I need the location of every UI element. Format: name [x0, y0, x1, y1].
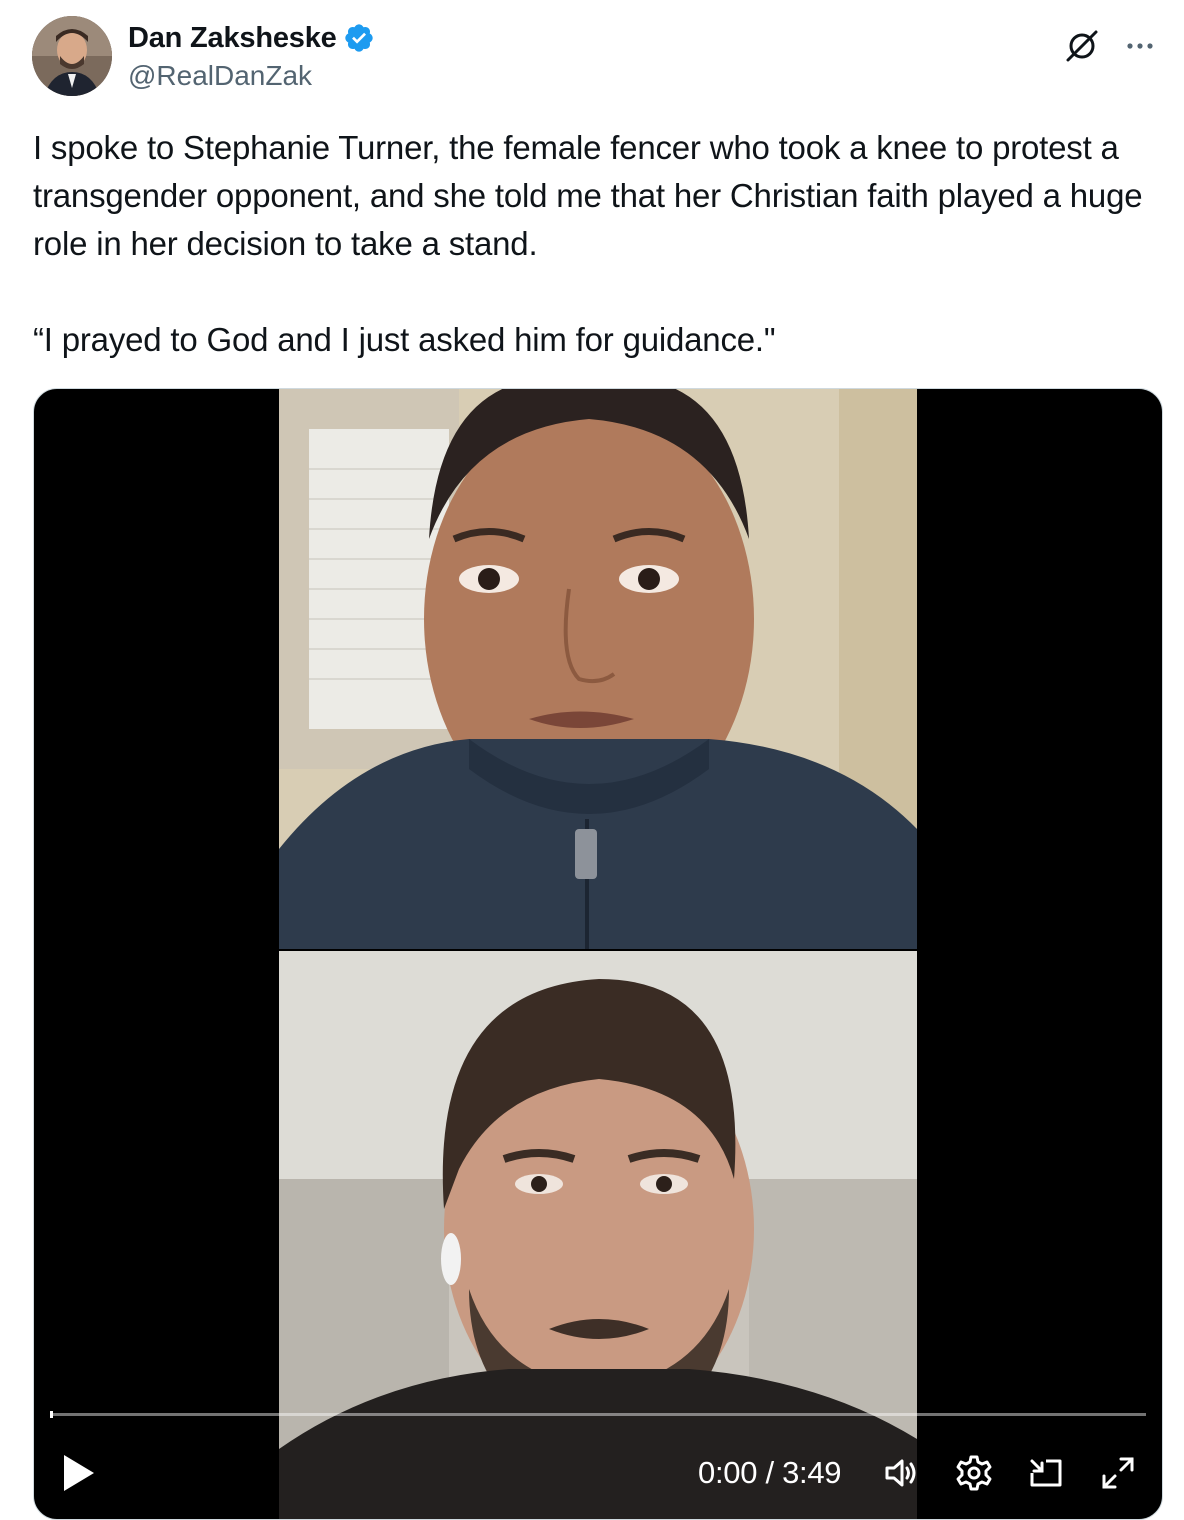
tweet-card: Dan Zaksheske @RealDanZak I spoke to Ste… [0, 0, 1184, 1520]
display-name[interactable]: Dan Zaksheske [128, 22, 337, 55]
settings-icon[interactable] [954, 1453, 994, 1493]
grok-icon[interactable] [1062, 26, 1102, 66]
progress-handle[interactable] [50, 1411, 53, 1418]
play-icon[interactable] [58, 1451, 98, 1495]
verified-badge-icon[interactable] [343, 22, 375, 54]
video-player[interactable]: 0:00 / 3:49 [33, 388, 1163, 1520]
fullscreen-icon[interactable] [1098, 1453, 1138, 1493]
tweet-header: Dan Zaksheske @RealDanZak [32, 16, 1160, 98]
video-thumbnail [279, 389, 917, 1519]
volume-icon[interactable] [882, 1453, 922, 1493]
header-actions [1062, 26, 1160, 66]
avatar[interactable] [32, 16, 112, 96]
author-names: Dan Zaksheske @RealDanZak [128, 20, 375, 92]
video-controls: 0:00 / 3:49 [34, 1439, 1162, 1509]
tweet-text: I spoke to Stephanie Turner, the female … [33, 129, 1143, 358]
handle[interactable]: @RealDanZak [128, 60, 375, 92]
display-name-row: Dan Zaksheske [128, 20, 375, 56]
more-icon[interactable] [1120, 26, 1160, 66]
time-display: 0:00 / 3:49 [698, 1455, 842, 1490]
progress-bar[interactable] [50, 1411, 1146, 1418]
video-frame[interactable] [279, 389, 917, 1519]
pip-icon[interactable] [1026, 1453, 1066, 1493]
avatar-image [32, 16, 112, 96]
